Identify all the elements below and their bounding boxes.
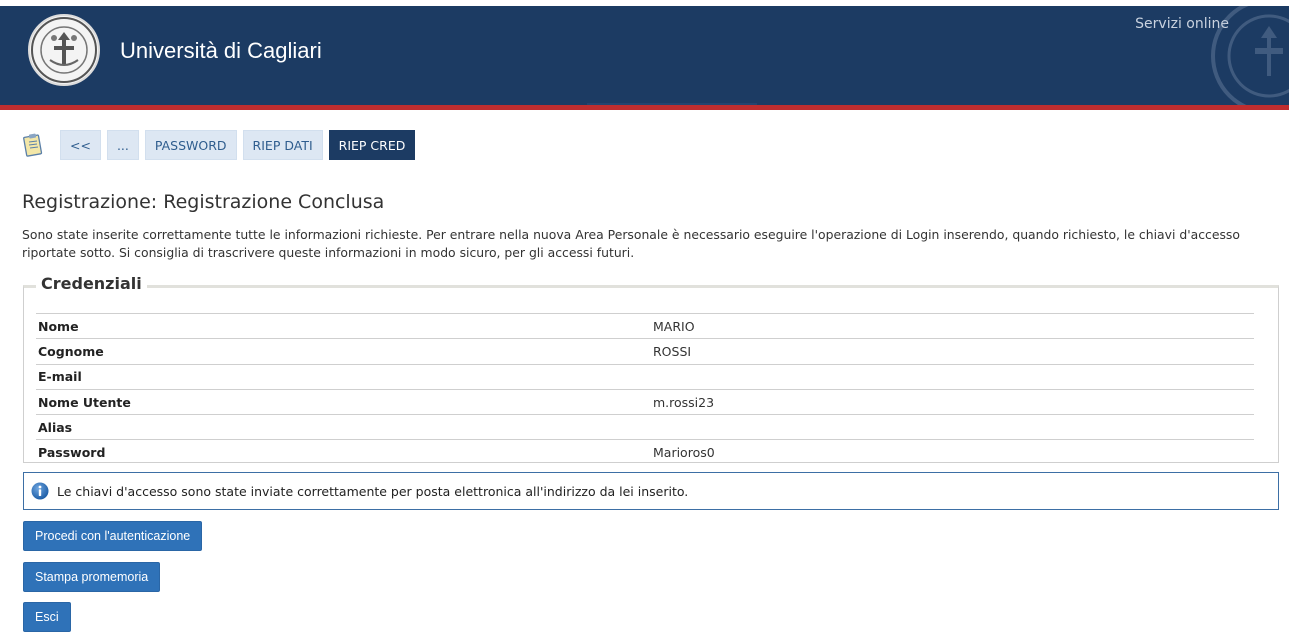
proceed-authentication-button[interactable]: Procedi con l'autenticazione xyxy=(23,521,203,551)
seal-watermark-icon xyxy=(1211,6,1289,105)
info-icon xyxy=(31,482,49,500)
print-reminder-button[interactable]: Stampa promemoria xyxy=(23,562,161,592)
step-riep-dati[interactable]: RIEP DATI xyxy=(242,130,323,160)
table-row: E-mail xyxy=(36,363,1254,390)
site-title[interactable]: Università di Cagliari xyxy=(120,38,322,64)
row-label: Alias xyxy=(36,414,651,440)
row-value: ROSSI xyxy=(651,338,1254,365)
table-row: Cognome ROSSI xyxy=(36,338,1254,365)
row-value xyxy=(651,363,1254,390)
row-label: Password xyxy=(36,439,651,466)
header-faint-bar xyxy=(587,103,757,105)
step-ellipsis[interactable]: ... xyxy=(106,130,139,160)
credentials-table: Nome MARIO Cognome ROSSI E-mail Nome Ute… xyxy=(36,312,1254,466)
clipboard-icon xyxy=(23,133,43,157)
intro-text: Sono state inserite correttamente tutte … xyxy=(22,227,1240,260)
row-label: Nome xyxy=(36,312,651,339)
row-label: E-mail xyxy=(36,363,651,390)
site-header: Università di Cagliari Servizi online xyxy=(0,6,1289,105)
table-row: Nome MARIO xyxy=(36,312,1254,339)
table-row: Password Marioros0 xyxy=(36,439,1254,466)
table-row: Nome Utente m.rossi23 xyxy=(36,388,1254,415)
university-seal-logo[interactable] xyxy=(28,14,100,86)
credentials-legend: Credenziali xyxy=(36,274,147,293)
row-value xyxy=(651,414,1254,440)
table-row: Alias xyxy=(36,414,1254,440)
step-riep-cred[interactable]: RIEP CRED xyxy=(328,130,416,160)
row-value: m.rossi23 xyxy=(651,388,1254,415)
row-label: Cognome xyxy=(36,338,651,365)
exit-button[interactable]: Esci xyxy=(23,602,71,632)
wizard-steps: << ... PASSWORD RIEP DATI RIEP CRED xyxy=(22,130,416,160)
page-title: Registrazione: Registrazione Conclusa xyxy=(22,191,385,213)
credentials-fieldset: Credenziali Nome MARIO Cognome ROSSI E-m… xyxy=(23,274,1279,466)
step-password[interactable]: PASSWORD xyxy=(144,130,237,160)
row-value: Marioros0 xyxy=(651,439,1254,466)
row-label: Nome Utente xyxy=(36,388,651,415)
row-value: MARIO xyxy=(651,312,1254,339)
header-accent-bar xyxy=(0,105,1289,110)
step-first[interactable]: << xyxy=(60,130,101,160)
info-message-box: Le chiavi d'accesso sono state inviate c… xyxy=(23,472,1279,510)
info-message-text: Le chiavi d'accesso sono state inviate c… xyxy=(57,483,689,499)
